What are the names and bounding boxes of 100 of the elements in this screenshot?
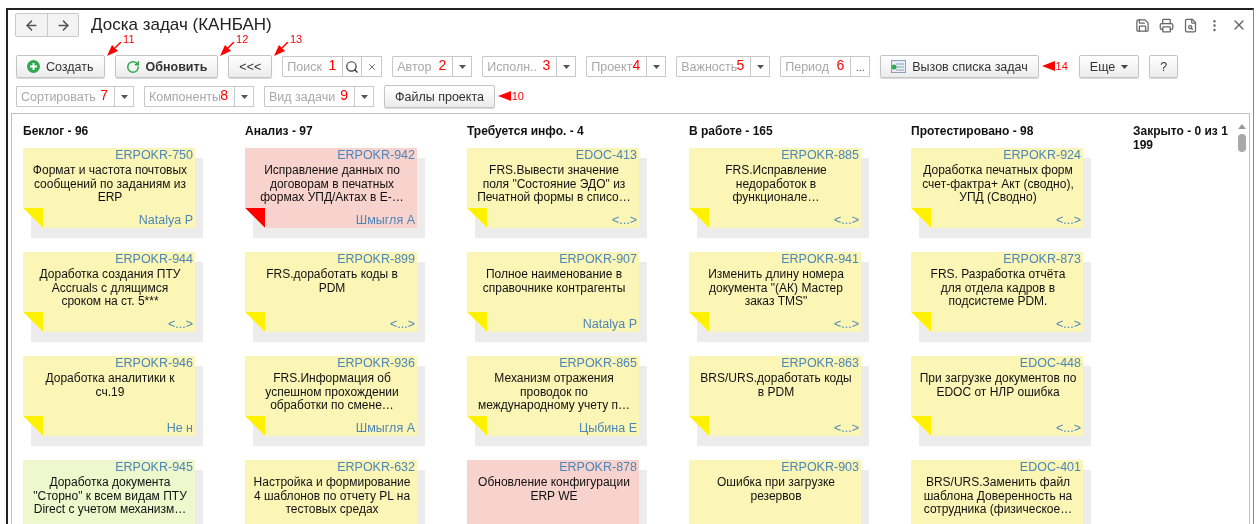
save-button[interactable] (1135, 17, 1150, 33)
task-card[interactable]: ERPOKR-946 Доработка аналитики к сч.19 Не н (23, 356, 195, 436)
caret-icon (652, 64, 660, 69)
task-id: ERPOKR-945 (115, 460, 193, 475)
annotation-number: 9 (340, 87, 348, 103)
task-id: EDOC-401 (1019, 460, 1081, 475)
toolbar-button[interactable]: Создать (16, 55, 105, 78)
task-card[interactable]: ERPOKR-942 Исправление данных по договорам в печатных формах УПД/Актах в Е-… Шмыгля А (245, 148, 417, 228)
task-id: ERPOKR-873 (1003, 252, 1081, 267)
task-id: ERPOKR-899 (337, 252, 415, 267)
task-assignee: Шмыгля А (355, 421, 415, 435)
choose-button[interactable]: ... (850, 56, 871, 77)
clear-button[interactable] (362, 56, 383, 77)
callout-number: 12 (236, 33, 249, 45)
callout-number: 13 (290, 33, 303, 45)
caret-icon (360, 94, 368, 99)
caret-icon (1121, 64, 1129, 69)
task-card[interactable]: ERPOKR-865 Механизм отражения проводок по международному учету п… Цыбина Е (467, 356, 639, 436)
search-button[interactable] (342, 56, 363, 77)
dropdown-button[interactable] (354, 86, 374, 107)
search-icon (345, 59, 360, 74)
task-card[interactable]: ERPOKR-907 Полное наименование в справочнике контрагенты Natalya P (467, 252, 639, 332)
annotation-number: 5 (736, 57, 745, 73)
caret-icon (756, 64, 764, 69)
toolbar-button[interactable]: ? (1149, 55, 1179, 78)
callout-arrow (220, 42, 237, 56)
task-card[interactable]: EDOC-401 BRS/URS.Заменить файл шаблона Доверенность на сотрудника (физическое… (911, 460, 1083, 524)
task-title: Изменить длину номера документа "(АК) Мастер заказ TMS" (707, 267, 845, 309)
task-title: Доработка создания ПТУ Accruals с длящимся сроком на ст. 5*** (38, 267, 182, 309)
task-card[interactable]: ERPOKR-750 Формат и частота почтовых сообщений по заданиям из ERP Natalya P (23, 148, 195, 228)
task-card[interactable]: ERPOKR-863 BRS/URS.доработать коды в PDM <...> (689, 356, 861, 436)
annotation-number: 8 (220, 87, 228, 103)
task-title: Доработка печатных форм счет-фактра+ Акт (сводно), УПД (Сводно) (921, 163, 1075, 205)
dropdown-button[interactable] (114, 86, 134, 107)
task-assignee: <...> (833, 421, 859, 435)
task-title: Ошибка при загрузке резервов (716, 475, 836, 503)
annotation-number: 4 (632, 57, 641, 73)
dropdown-button[interactable] (750, 56, 771, 77)
task-assignee: <...> (611, 213, 637, 227)
toolbar-button[interactable]: Вызов списка задач (880, 55, 1039, 78)
scrollbar[interactable] (1237, 124, 1247, 154)
task-title: Механизм отражения проводок по международному учету п… (476, 371, 632, 413)
callout-arrow (274, 42, 291, 56)
column-title: Анализ - 97 (245, 123, 314, 140)
task-assignee: Цыбина Е (578, 421, 637, 435)
task-id: ERPOKR-865 (559, 356, 637, 371)
list-icon (891, 60, 907, 73)
task-title: FRS.Исправление недоработок в функционале… (724, 163, 828, 205)
task-id: ERPOKR-924 (1003, 148, 1081, 163)
task-title: FRS.доработать коды в PDM (265, 267, 399, 295)
task-id: EDOC-448 (1019, 356, 1081, 371)
task-title: Доработка документа "Сторно" к всем видам ПТУ Direct с учетом механизм… (32, 475, 188, 517)
task-id: ERPOKR-903 (781, 460, 859, 475)
task-assignee: Не н (166, 421, 193, 435)
task-assignee: <...> (1055, 213, 1081, 227)
task-card[interactable]: ERPOKR-899 FRS.доработать коды в PDM <...> (245, 252, 417, 332)
toolbar-button[interactable]: Файлы проекта (384, 85, 495, 108)
toolbar-button[interactable]: <<< (228, 55, 273, 78)
toolbar-button[interactable]: Еще (1078, 55, 1140, 78)
task-id: ERPOKR-907 (559, 252, 637, 267)
column-title: Требуется инфо. - 4 (467, 123, 585, 140)
task-card[interactable]: ERPOKR-941 Изменить длину номера документа "(АК) Мастер заказ TMS" <...> (689, 252, 861, 332)
task-card[interactable]: ERPOKR-873 FRS. Разработка отчёта для отдела кадров в подсистеме PDM. <...> (911, 252, 1083, 332)
printer-icon (1159, 17, 1174, 33)
task-card[interactable]: ERPOKR-885 FRS.Исправление недоработок в функционале… <...> (689, 148, 861, 228)
callout-number: 14 (1055, 60, 1068, 72)
dropdown-button[interactable] (646, 56, 667, 77)
task-assignee: <...> (1055, 317, 1081, 331)
task-card[interactable]: EDOC-448 При загрузке документов по EDOC от НЛР ошибка <...> (911, 356, 1083, 436)
task-id: ERPOKR-750 (115, 148, 193, 163)
dropdown-button[interactable] (452, 56, 473, 77)
close-icon (366, 61, 377, 72)
task-assignee: <...> (389, 317, 415, 331)
print-button[interactable] (1159, 17, 1174, 33)
task-id: ERPOKR-632 (337, 460, 415, 475)
task-card[interactable]: ERPOKR-945 Доработка документа "Сторно" к всем видам ПТУ Direct с учетом механизм… (23, 460, 195, 524)
caret-icon (120, 94, 128, 99)
task-id: ERPOKR-946 (115, 356, 193, 371)
dropdown-button[interactable] (556, 56, 577, 77)
task-card[interactable]: ERPOKR-878 Обновление конфигурации ERP WE (467, 460, 639, 524)
task-id: ERPOKR-878 (559, 460, 637, 475)
task-card[interactable]: ERPOKR-632 Настройка и формирование 4 шаблонов по отчету PL на тестовых средах (245, 460, 417, 524)
dropdown-button[interactable] (234, 86, 254, 107)
callout-number: 10 (511, 90, 524, 102)
preview-button[interactable] (1183, 17, 1198, 33)
task-card[interactable]: ERPOKR-944 Доработка создания ПТУ Accruals с длящимся сроком на ст. 5*** <...> (23, 252, 195, 332)
task-card[interactable]: EDOC-413 FRS.Вывести значение поля "Состояние ЭДО" из Печатной формы в списо… <...> (467, 148, 639, 228)
task-assignee: Шмыгля А (355, 213, 415, 227)
plus-icon (27, 60, 40, 73)
task-title: BRS/URS.доработать коды в PDM (699, 371, 853, 399)
toolbar-button[interactable]: Обновить (114, 55, 219, 78)
task-id: ERPOKR-936 (337, 356, 415, 371)
task-card[interactable]: ERPOKR-903 Ошибка при загрузке резервов (689, 460, 861, 524)
task-card[interactable]: ERPOKR-924 Доработка печатных форм счет-фактра+ Акт (сводно), УПД (Сводно) <...> (911, 148, 1083, 228)
annotation-number: 3 (542, 57, 551, 73)
callout-number: 11 (123, 33, 135, 45)
annotation-number: 7 (100, 87, 108, 103)
refresh-icon (125, 59, 140, 74)
task-card[interactable]: ERPOKR-936 FRS.Информация об успешном прохождении обработки по смене… Шмыгля А (245, 356, 417, 436)
task-title: Исправление данных по договорам в печатных формах УПД/Актах в Е-… (259, 163, 405, 205)
